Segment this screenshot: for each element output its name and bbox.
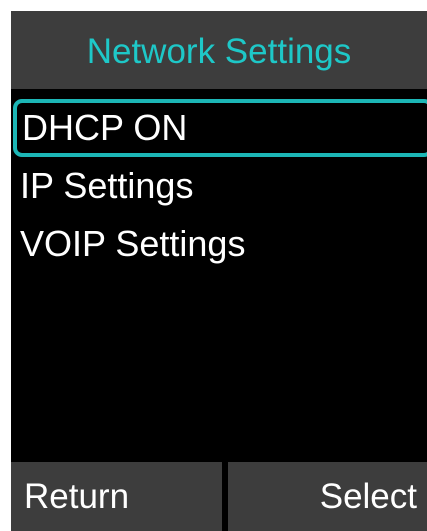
menu-item-ip-settings[interactable]: IP Settings [11, 157, 427, 215]
menu-item-voip-settings[interactable]: VOIP Settings [11, 215, 427, 273]
select-softkey[interactable]: Select [320, 462, 417, 531]
menu-item-dhcp[interactable]: DHCP ON [13, 99, 427, 157]
return-softkey[interactable]: Return [24, 462, 129, 531]
softkey-bar: Return Select [11, 462, 427, 531]
phone-screen: Network Settings DHCP ON IP Settings VOI… [11, 11, 427, 531]
page-title: Network Settings [86, 31, 352, 71]
softkey-divider [222, 462, 228, 531]
title-bar: Network Settings [11, 11, 427, 89]
settings-menu: DHCP ON IP Settings VOIP Settings [11, 99, 427, 273]
